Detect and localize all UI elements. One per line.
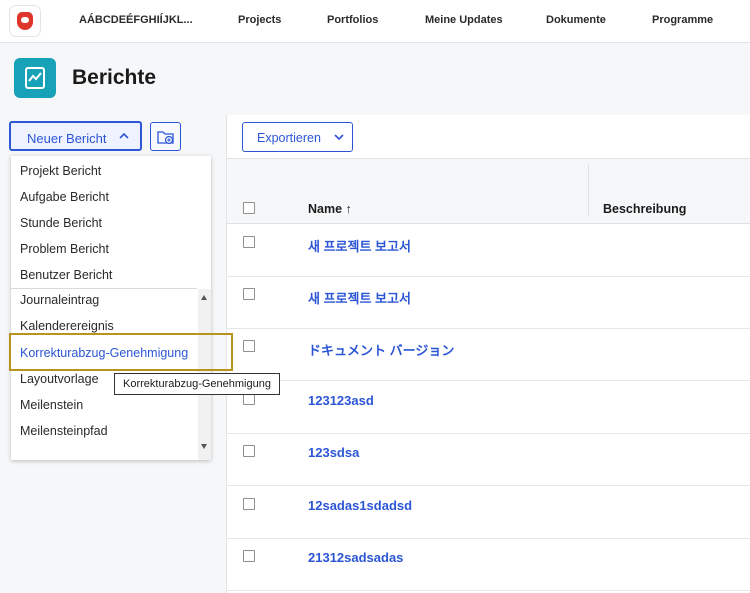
menu-item-calendar-event[interactable]: Kalenderereignis (20, 319, 114, 333)
column-name-label: Name (308, 202, 343, 216)
export-label: Exportieren (257, 131, 321, 145)
new-report-menu: Projekt Bericht Aufgabe Bericht Stunde B… (11, 156, 211, 460)
new-folder-button[interactable] (150, 122, 181, 151)
row-checkbox[interactable] (243, 288, 255, 300)
scroll-down-icon[interactable] (201, 444, 207, 449)
table-row[interactable]: 12sadas1sdadsd (227, 486, 750, 539)
menu-item-layout-template[interactable]: Layoutvorlage (20, 372, 99, 386)
new-report-button[interactable]: Neuer Bericht (9, 121, 142, 151)
reports-list-panel: Exportieren Name ↑ Beschreibung 새 프로젝트 보… (226, 115, 750, 593)
nav-brand[interactable]: AÁBCDEÉFGHIÍJKL... (79, 14, 193, 26)
reports-icon (14, 58, 56, 98)
page-title: Berichte (72, 66, 157, 89)
select-all-checkbox[interactable] (243, 202, 255, 214)
report-name-link[interactable]: 21312sadsadas (308, 550, 403, 565)
menu-item-project-report[interactable]: Projekt Bericht (20, 164, 101, 178)
folder-add-icon (157, 131, 174, 145)
app-logo-icon[interactable] (10, 6, 40, 36)
menu-item-milestone[interactable]: Meilenstein (20, 398, 83, 412)
row-checkbox[interactable] (243, 236, 255, 248)
column-header-description[interactable]: Beschreibung (603, 202, 686, 216)
report-name-link[interactable]: 123123asd (308, 393, 374, 408)
menu-item-tooltip: Korrekturabzug-Genehmigung (114, 373, 280, 395)
nav-item-portfolios[interactable]: Portfolios (327, 14, 378, 26)
row-checkbox[interactable] (243, 340, 255, 352)
table-row[interactable]: 123123asd (227, 381, 750, 434)
row-checkbox[interactable] (243, 550, 255, 562)
row-checkbox[interactable] (243, 445, 255, 457)
menu-item-milestone-path[interactable]: Meilensteinpfad (20, 424, 108, 438)
menu-item-user-report[interactable]: Benutzer Bericht (20, 268, 112, 282)
report-name-link[interactable]: 123sdsa (308, 445, 359, 460)
table-header: Name ↑ Beschreibung (227, 159, 750, 224)
nav-item-my-updates[interactable]: Meine Updates (425, 14, 503, 26)
nav-item-programs[interactable]: Programme (652, 14, 713, 26)
nav-item-projects[interactable]: Projects (238, 14, 281, 26)
sort-ascending-icon: ↑ (345, 202, 352, 216)
new-report-label: Neuer Bericht (27, 131, 107, 146)
top-nav: AÁBCDEÉFGHIÍJKL... Projects Portfolios M… (0, 0, 750, 43)
menu-item-task-report[interactable]: Aufgabe Bericht (20, 190, 109, 204)
scroll-up-icon[interactable] (201, 295, 207, 300)
table-row[interactable]: 새 프로젝트 보고서 (227, 224, 750, 277)
chevron-up-icon (119, 132, 129, 139)
menu-divider (11, 288, 197, 289)
report-name-link[interactable]: 12sadas1sdadsd (308, 498, 412, 513)
table-row[interactable]: ドキュメント バージョン (227, 328, 750, 381)
report-name-link[interactable]: 새 프로젝트 보고서 (308, 236, 411, 255)
menu-item-hour-report[interactable]: Stunde Bericht (20, 216, 102, 230)
menu-item-highlight (9, 333, 233, 371)
row-checkbox[interactable] (243, 498, 255, 510)
chevron-down-icon (334, 134, 344, 141)
column-header-name[interactable]: Name ↑ (308, 202, 352, 216)
column-divider (588, 164, 589, 216)
nav-item-documents[interactable]: Dokumente (546, 14, 606, 26)
report-name-link[interactable]: 새 프로젝트 보고서 (308, 288, 411, 307)
export-button[interactable]: Exportieren (242, 122, 353, 152)
menu-item-journal-entry[interactable]: Journaleintrag (20, 293, 99, 307)
table-row[interactable]: 123sdsa (227, 433, 750, 486)
menu-item-issue-report[interactable]: Problem Bericht (20, 242, 109, 256)
table-row[interactable]: 21312sadsadas (227, 538, 750, 591)
table-row[interactable]: 새 프로젝트 보고서 (227, 276, 750, 329)
report-name-link[interactable]: ドキュメント バージョン (308, 340, 454, 359)
